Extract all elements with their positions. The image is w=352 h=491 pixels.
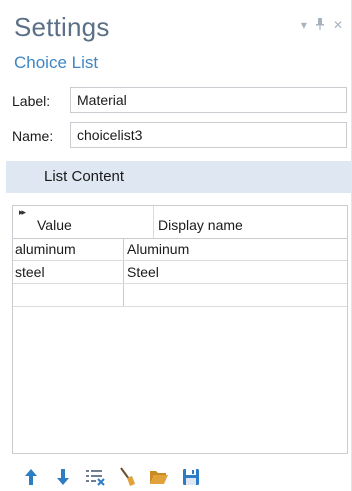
table-row[interactable]: steel Steel [13, 261, 347, 284]
name-caption: Name: [12, 128, 54, 144]
cell-display-name[interactable]: Aluminum [125, 238, 347, 260]
dropdown-arrow-icon[interactable]: ▾ [301, 19, 307, 31]
cell-value[interactable]: aluminum [13, 238, 124, 260]
label-caption: Label: [12, 93, 51, 109]
move-down-button[interactable] [52, 466, 74, 488]
open-folder-icon [150, 471, 168, 484]
expand-icon[interactable]: ▸▸ [19, 207, 26, 218]
cell-value[interactable] [13, 284, 124, 306]
cell-display-name[interactable]: Steel [125, 261, 347, 283]
move-down-icon [57, 469, 69, 485]
move-up-button[interactable] [20, 466, 42, 488]
window-controls: ▾ ✕ [301, 18, 343, 32]
label-input[interactable] [70, 87, 347, 113]
cell-display-name[interactable] [125, 284, 347, 306]
table-row[interactable] [13, 284, 347, 307]
move-up-icon [25, 469, 37, 485]
save-button[interactable] [180, 466, 202, 488]
page-subtitle: Choice List [14, 53, 99, 72]
close-icon[interactable]: ✕ [333, 19, 343, 31]
name-input[interactable] [70, 122, 347, 148]
pin-icon[interactable] [315, 18, 324, 32]
list-content-table: ▸▸ Value Display name aluminum Aluminum … [12, 205, 348, 454]
sweep-icon [120, 467, 135, 486]
section-title: List Content [44, 168, 125, 185]
table-header: ▸▸ Value Display name [13, 206, 347, 239]
list-toolbar [20, 466, 202, 488]
clear-list-icon [86, 470, 105, 486]
column-header-value[interactable]: ▸▸ Value [13, 206, 154, 238]
list-content-section-header[interactable]: List Content [6, 161, 352, 193]
sweep-button[interactable] [116, 466, 138, 488]
settings-panel: Settings Choice List ▾ ✕ Label: Name: Li… [0, 0, 352, 491]
open-button[interactable] [148, 466, 170, 488]
save-icon [183, 469, 199, 485]
cell-value[interactable]: steel [13, 261, 124, 283]
clear-list-button[interactable] [84, 466, 106, 488]
page-title: Settings [14, 12, 110, 42]
column-header-display-name[interactable]: Display name [154, 206, 347, 238]
table-row[interactable]: aluminum Aluminum [13, 238, 347, 261]
